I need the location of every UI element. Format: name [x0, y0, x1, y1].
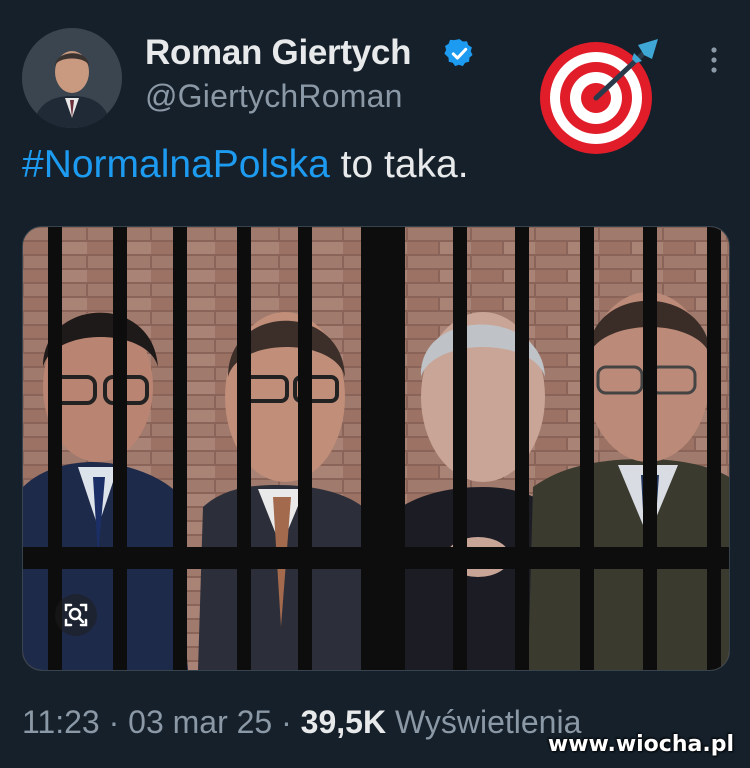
- tweet-metadata: 11:23 · 03 mar 25 · 39,5K Wyświetlenia: [22, 704, 581, 741]
- views-count[interactable]: 39,5K: [301, 704, 386, 740]
- direct-hit-target-icon: [540, 39, 658, 154]
- more-options-icon[interactable]: [700, 42, 728, 78]
- profile-photo: [22, 28, 122, 128]
- hashtag-link[interactable]: #NormalnaPolska: [22, 143, 330, 186]
- visual-search-button[interactable]: [55, 594, 97, 636]
- tweet-body: to taka.: [329, 143, 469, 186]
- verified-badge-icon[interactable]: [443, 37, 476, 70]
- prison-bars-image: [23, 227, 729, 670]
- avatar[interactable]: [22, 28, 122, 128]
- tweet-text: #NormalnaPolska to taka.: [22, 143, 469, 187]
- tweet-date[interactable]: 03 mar 25: [128, 704, 272, 740]
- display-name[interactable]: Roman Giertych: [145, 33, 411, 73]
- tweet-time[interactable]: 11:23: [22, 704, 100, 740]
- visual-search-icon: [64, 603, 88, 627]
- tweet-media[interactable]: [22, 226, 730, 671]
- meta-separator: ·: [99, 704, 129, 740]
- watermark: www.wiocha.pl: [547, 732, 734, 757]
- author-handle[interactable]: @GiertychRoman: [145, 78, 403, 115]
- meta-separator: ·: [272, 704, 301, 740]
